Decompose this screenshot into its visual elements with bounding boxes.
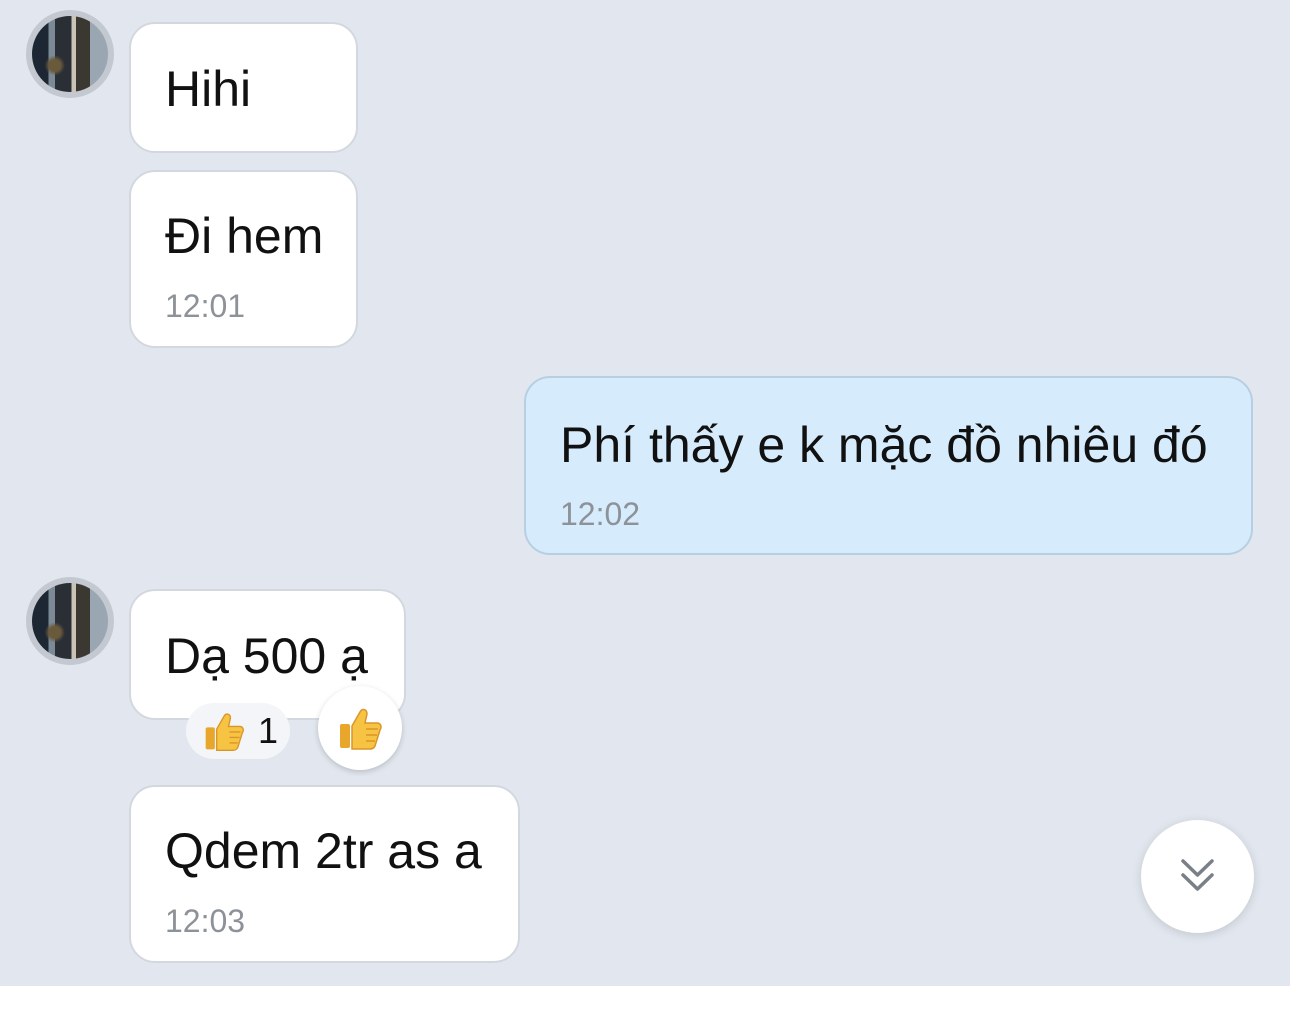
message-timestamp: 12:01 [165,288,246,324]
reaction-count: 1 [258,710,279,751]
bottom-strip [0,986,1290,1009]
received-message-bubble[interactable]: Hihi [129,22,358,153]
avatar-photo [32,16,108,92]
chat-area[interactable]: Hihi Đi hem 12:01 Phí thấy e k mặc đồ nh… [0,0,1290,986]
message-text: Qdem 2tr as a [165,823,482,879]
add-reaction-button[interactable] [318,686,402,770]
message-text: Hihi [165,61,252,117]
message-text: Phí thấy e k mặc đồ nhiêu đó [560,417,1208,473]
double-chevron-down-icon [1181,859,1214,891]
reaction-summary[interactable]: 1 [186,703,290,759]
thumbs-up-icon [202,709,246,753]
received-message-bubble[interactable]: Đi hem 12:01 [129,170,358,348]
sent-message-bubble[interactable]: Phí thấy e k mặc đồ nhiêu đó 12:02 [524,376,1253,555]
message-text: Đi hem [165,208,324,264]
contact-avatar[interactable] [26,10,114,98]
message-timestamp: 12:03 [165,903,246,939]
received-message-bubble[interactable]: Qdem 2tr as a 12:03 [129,785,520,963]
scroll-to-bottom-button[interactable] [1141,820,1254,933]
avatar-photo [32,583,108,659]
thumbs-up-icon [336,704,384,752]
contact-avatar[interactable] [26,577,114,665]
message-text: Dạ 500 ạ [165,628,368,684]
message-timestamp: 12:02 [560,496,641,532]
